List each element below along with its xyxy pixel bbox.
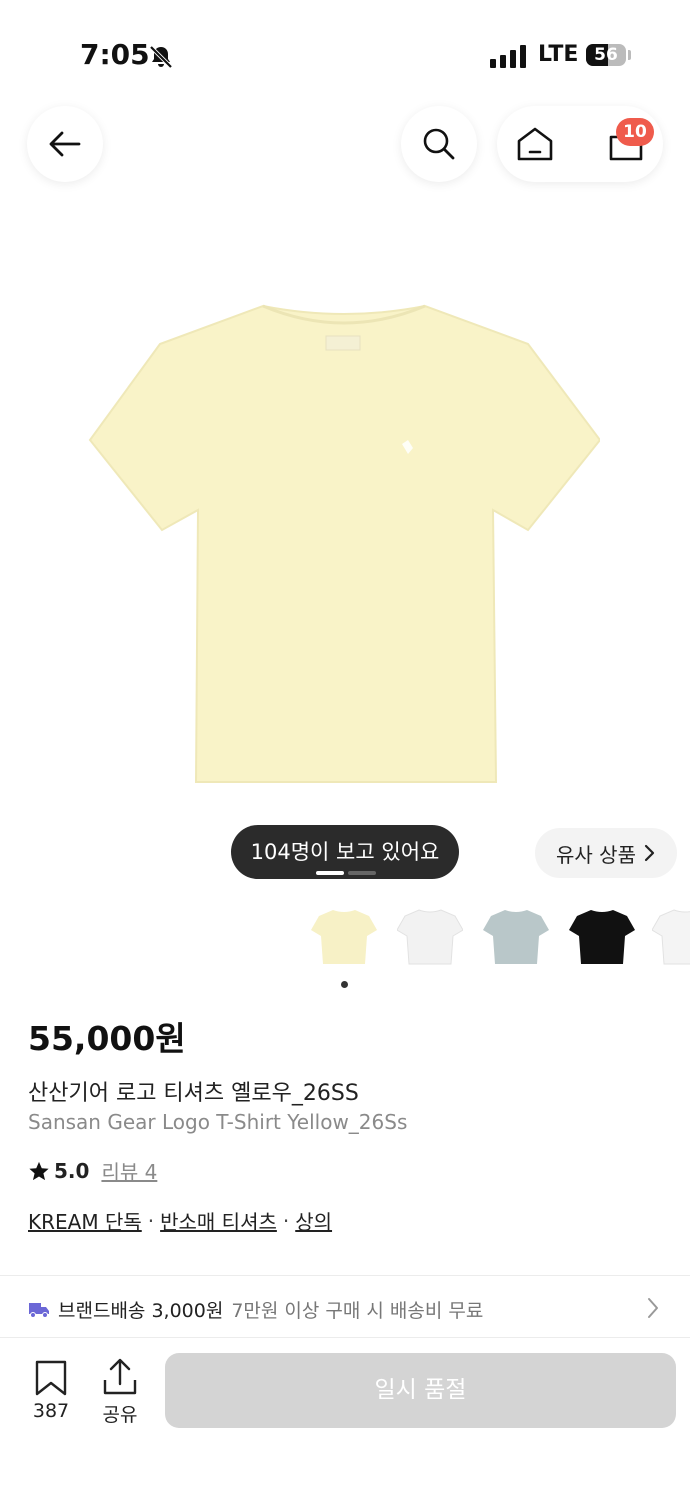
- thumbnail-white[interactable]: [397, 900, 463, 972]
- product-image[interactable]: [88, 300, 600, 790]
- share-label: 공유: [102, 1404, 138, 1426]
- thumbnail-shirt: [311, 910, 377, 964]
- shipping-fee: 브랜드배송 3,000원: [58, 1300, 224, 1322]
- divider: [0, 1337, 690, 1338]
- tag-link[interactable]: 상의: [295, 1206, 332, 1235]
- category-tags: KREAM 단독 · 반소매 티셔츠 · 상의: [28, 1206, 332, 1235]
- battery-level: 56: [594, 45, 618, 65]
- thumbnail-shirt: [397, 909, 463, 965]
- thumbnail-black[interactable]: [569, 900, 635, 972]
- image-page-indicator: [316, 871, 376, 875]
- bell-muted-icon: [149, 45, 173, 69]
- cart-count-badge: 10: [616, 118, 654, 146]
- review-link[interactable]: 리뷰 4: [101, 1156, 157, 1185]
- thumbnail-ivory[interactable]: [652, 900, 690, 972]
- signal-icon: [490, 44, 526, 68]
- rating-row: 5.0 리뷰 4: [28, 1156, 157, 1185]
- search-icon: [423, 128, 455, 160]
- battery-tip: [628, 50, 631, 60]
- home-icon[interactable]: [515, 125, 555, 163]
- share-icon[interactable]: [102, 1358, 138, 1396]
- shipping-note: 7만원 이상 구매 시 배송비 무료: [231, 1300, 484, 1322]
- arrow-left-icon: [49, 131, 81, 157]
- tag-separator: ·: [147, 1208, 155, 1233]
- thumbnail-shirt: [652, 909, 690, 965]
- back-button[interactable]: [27, 106, 103, 182]
- divider: [0, 1275, 690, 1276]
- similar-products-button[interactable]: 유사 상품: [535, 828, 677, 878]
- bookmark-count: 387: [32, 1400, 70, 1422]
- tag-link[interactable]: 반소매 티셔츠: [160, 1206, 277, 1235]
- delivery-truck-icon: [29, 1302, 49, 1318]
- similar-products-label: 유사 상품: [556, 842, 636, 867]
- thumbnail-gray[interactable]: [483, 900, 549, 972]
- thumbnail-yellow[interactable]: [311, 900, 377, 972]
- tag-link[interactable]: KREAM 단독: [28, 1206, 142, 1235]
- thumbnail-shirt: [569, 910, 635, 964]
- sold-out-button[interactable]: 일시 품절: [165, 1353, 676, 1428]
- thumbnail-shirt: [483, 910, 549, 964]
- tag-separator: ·: [282, 1208, 290, 1233]
- product-name-english: Sansan Gear Logo T-Shirt Yellow_26Ss: [28, 1110, 408, 1134]
- shipping-info-row[interactable]: 브랜드배송 3,000원 7만원 이상 구매 시 배송비 무료: [28, 1296, 483, 1323]
- chevron-right-icon: [644, 844, 655, 862]
- chevron-right-icon[interactable]: [646, 1296, 660, 1320]
- bookmark-icon[interactable]: [34, 1360, 68, 1396]
- thumbnail-page-dot: [341, 981, 348, 988]
- rating-score: 5.0: [54, 1158, 90, 1183]
- battery-icon: 56: [586, 44, 626, 66]
- product-name-korean: 산산기어 로고 티셔츠 옐로우_26SS: [28, 1081, 359, 1106]
- product-price: 55,000원: [28, 1019, 186, 1058]
- search-button[interactable]: [401, 106, 477, 182]
- status-time: 7:05: [80, 38, 150, 71]
- network-type: LTE: [538, 42, 579, 67]
- star-icon: [29, 1161, 49, 1180]
